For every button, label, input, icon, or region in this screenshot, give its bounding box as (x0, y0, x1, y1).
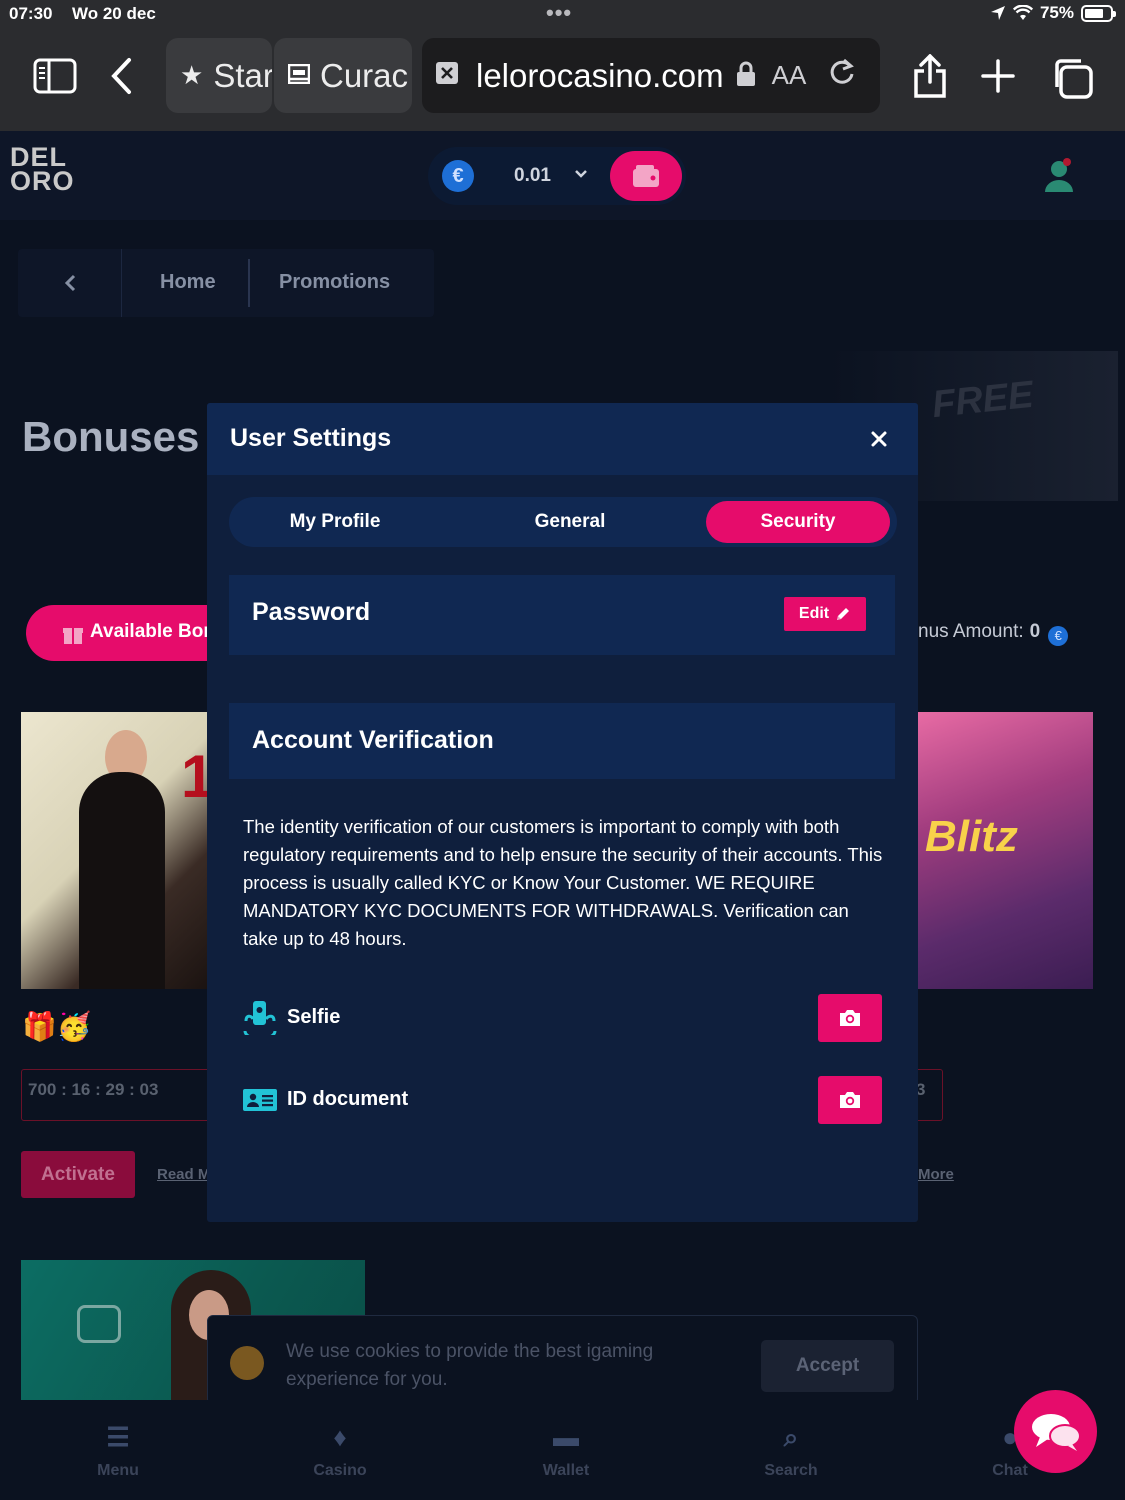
edit-label: Edit (798, 605, 830, 622)
camera-icon (840, 1092, 860, 1108)
sidebar-toggle-icon[interactable] (32, 56, 78, 96)
modal-title: User Settings (230, 424, 392, 452)
close-tab-icon[interactable] (436, 60, 458, 91)
browser-toolbar: ★ Star Curac lelorocasino.com AA (0, 28, 1125, 131)
balance-selector[interactable]: € 0.01 (428, 147, 686, 205)
password-label: Password (252, 598, 371, 626)
share-icon[interactable] (910, 52, 950, 100)
upload-id-document-button[interactable] (818, 1076, 882, 1124)
live-chat-button[interactable] (1014, 1390, 1097, 1473)
user-settings-modal: User Settings My Profile General Securit… (207, 403, 918, 1222)
casino-icon: ♦ (333, 1422, 347, 1452)
selfie-label: Selfie (287, 1006, 341, 1028)
accept-cookies-button[interactable]: Accept (761, 1340, 894, 1392)
search-icon: ⌕ (783, 1422, 799, 1452)
euro-coin-icon: € (442, 160, 474, 192)
status-date: Wo 20 dec (72, 4, 156, 23)
wallet-icon (633, 165, 659, 187)
balance-value: 0.01 (514, 165, 551, 186)
breadcrumb-back-icon[interactable] (18, 249, 122, 317)
wallet-icon: ▬ (553, 1422, 579, 1452)
selfie-row: Selfie (243, 994, 883, 1042)
cookie-banner: We use cookies to provide the best igami… (207, 1315, 918, 1405)
upload-selfie-button[interactable] (818, 994, 882, 1042)
star-icon: ★ (180, 60, 204, 90)
activate-button[interactable]: Activate (21, 1151, 135, 1198)
browser-tab-1[interactable]: ★ Star (166, 38, 272, 113)
location-arrow-icon (990, 6, 1005, 20)
browser-tab-label: Star (213, 56, 272, 94)
screen: 07:30 Wo 20 dec ••• 75% ★ Star Curac lel… (0, 0, 1125, 1500)
chevron-down-icon (574, 163, 588, 184)
browser-tab-label: Curac (320, 56, 409, 94)
site-logo[interactable]: DEL ORO (10, 144, 75, 195)
nav-menu[interactable]: ☰ Menu (58, 1422, 178, 1480)
read-more-link[interactable]: Read M (157, 1166, 207, 1183)
read-more-link[interactable]: More (918, 1166, 954, 1183)
site-header: DEL ORO € 0.01 (0, 131, 1125, 220)
edit-password-button[interactable]: Edit (784, 597, 866, 631)
bonus-card-image[interactable]: Blitz (917, 712, 1093, 989)
bonus-timer: 700 : 16 : 29 : 03 (21, 1069, 211, 1121)
battery-icon (1081, 4, 1116, 22)
pencil-icon (837, 608, 850, 620)
account-verification-header: Account Verification (229, 703, 895, 779)
nav-casino[interactable]: ♦ Casino (280, 1422, 400, 1480)
phone-icon (77, 1305, 121, 1343)
tab-security[interactable]: Security (706, 501, 890, 543)
bonus-timer: 3 (916, 1069, 943, 1121)
battery-percent: 75% (1039, 3, 1074, 22)
status-right: 75% (990, 3, 1116, 23)
back-icon[interactable] (106, 56, 136, 96)
selfie-icon (243, 1001, 277, 1035)
id-card-icon (243, 1089, 277, 1111)
chat-bubbles-icon (1031, 1413, 1081, 1451)
tab-general[interactable]: General (467, 501, 673, 543)
breadcrumb-home[interactable]: Home (160, 271, 216, 294)
reader-icon (287, 60, 311, 91)
close-icon[interactable] (865, 425, 893, 453)
bonus-amount: nus Amount: 0 € (918, 621, 1069, 646)
lock-icon (736, 57, 756, 95)
gift-emoji-icon: 🎁🥳 (22, 1011, 92, 1042)
id-document-label: ID document (287, 1088, 409, 1110)
url-text[interactable]: lelorocasino.com (476, 57, 724, 95)
status-time: 07:30 (9, 4, 53, 23)
cookie-icon (230, 1346, 264, 1380)
bottom-nav: ☰ Menu ♦ Casino ▬ Wallet ⌕ Search ● Chat (0, 1400, 1125, 1500)
status-bar: 07:30 Wo 20 dec ••• 75% (0, 0, 1125, 28)
new-tab-icon[interactable] (980, 58, 1016, 94)
user-account-icon[interactable] (1043, 157, 1075, 193)
tab-my-profile[interactable]: My Profile (233, 501, 437, 543)
wallet-button[interactable] (610, 151, 682, 201)
available-bonuses-tab[interactable]: Available Bor (26, 605, 226, 661)
text-size-button[interactable]: AA (772, 60, 807, 91)
nav-search[interactable]: ⌕ Search (731, 1422, 851, 1480)
password-section: Password Edit (229, 575, 895, 655)
browser-tab-2[interactable]: Curac (274, 38, 412, 113)
tab-overview-icon[interactable] (1050, 56, 1094, 100)
multitasking-dots-icon[interactable]: ••• (546, 0, 572, 26)
breadcrumb-promotions[interactable]: Promotions (279, 271, 390, 294)
wifi-icon (1012, 5, 1033, 20)
nav-wallet[interactable]: ▬ Wallet (506, 1422, 626, 1480)
bonus-card-image[interactable]: 1 (21, 712, 214, 989)
available-bonuses-label: Available Bor (90, 621, 211, 642)
verification-description: The identity verification of our custome… (243, 816, 883, 949)
cookie-text: We use cookies to provide the best igami… (286, 1341, 654, 1390)
id-document-row: ID document (243, 1076, 883, 1124)
reload-icon[interactable] (828, 57, 856, 95)
modal-header: User Settings (207, 403, 918, 475)
camera-icon (840, 1010, 860, 1026)
browser-tab-active[interactable]: lelorocasino.com AA (422, 38, 880, 113)
verification-title: Account Verification (252, 726, 494, 754)
settings-tabs: My Profile General Security (229, 497, 897, 547)
breadcrumb: Home Promotions (18, 249, 434, 317)
breadcrumb-divider (248, 259, 250, 307)
gift-icon (62, 623, 84, 651)
menu-icon: ☰ (106, 1422, 130, 1452)
page-title: Bonuses (22, 413, 200, 460)
euro-coin-icon: € (1048, 626, 1069, 646)
